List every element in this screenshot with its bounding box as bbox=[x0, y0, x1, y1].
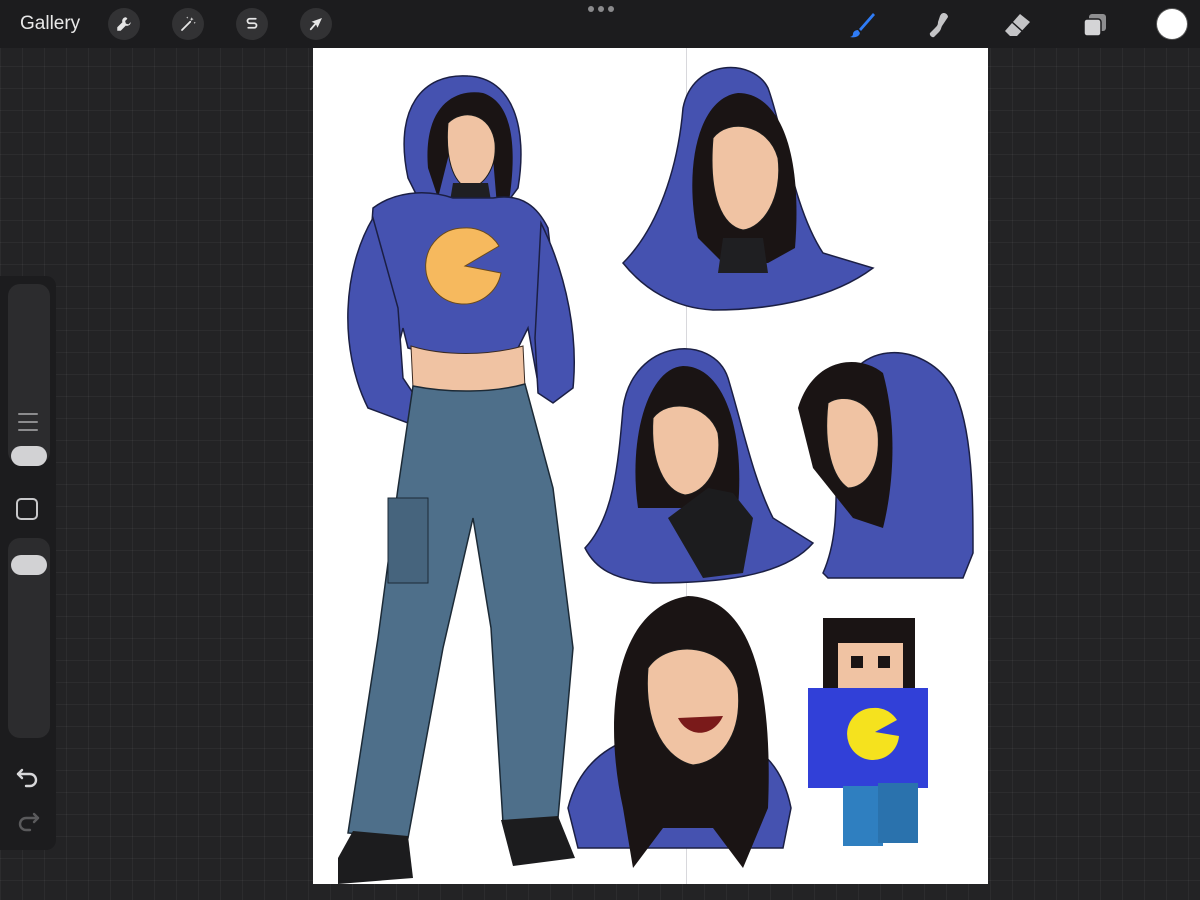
head-sketch-crying bbox=[584, 348, 815, 584]
redo-icon[interactable] bbox=[14, 806, 42, 834]
smudge-tool[interactable] bbox=[922, 8, 956, 42]
adjustments-button[interactable] bbox=[172, 8, 204, 40]
brush-tool[interactable] bbox=[845, 8, 879, 42]
wrench-icon bbox=[117, 17, 131, 31]
magic-wand-icon bbox=[181, 16, 196, 31]
brush-size-ticks bbox=[18, 413, 38, 437]
modify-button[interactable] bbox=[16, 498, 38, 520]
transform-button[interactable] bbox=[300, 8, 332, 40]
artwork bbox=[338, 66, 974, 884]
layers-icon bbox=[1083, 14, 1106, 37]
eraser-tool[interactable] bbox=[1000, 8, 1034, 42]
top-toolbar: Gallery bbox=[0, 0, 1200, 48]
brush-size-slider[interactable] bbox=[8, 284, 50, 464]
drawing-canvas[interactable] bbox=[313, 48, 988, 884]
undo-icon[interactable] bbox=[14, 762, 42, 790]
more-options-dots[interactable] bbox=[588, 6, 614, 12]
arrow-cursor-icon bbox=[309, 18, 322, 31]
selection-s-icon bbox=[246, 17, 258, 29]
brush-size-thumb[interactable] bbox=[11, 446, 47, 466]
eraser-icon bbox=[1005, 14, 1030, 36]
head-sketch-smiling bbox=[621, 66, 875, 311]
full-body-character bbox=[338, 75, 575, 884]
layers-tool[interactable] bbox=[1078, 8, 1112, 42]
head-sketch-laughing bbox=[567, 596, 792, 868]
gallery-button[interactable]: Gallery bbox=[20, 13, 80, 35]
minecraft-avatar bbox=[808, 618, 928, 846]
head-sketch-profile bbox=[798, 351, 974, 579]
actions-button[interactable] bbox=[108, 8, 140, 40]
smudge-finger-icon bbox=[929, 13, 948, 38]
color-picker-swatch[interactable] bbox=[1157, 9, 1187, 39]
left-sidebar bbox=[0, 276, 56, 850]
brush-opacity-thumb[interactable] bbox=[11, 555, 47, 575]
brush-icon bbox=[850, 13, 875, 38]
selection-button[interactable] bbox=[236, 8, 268, 40]
